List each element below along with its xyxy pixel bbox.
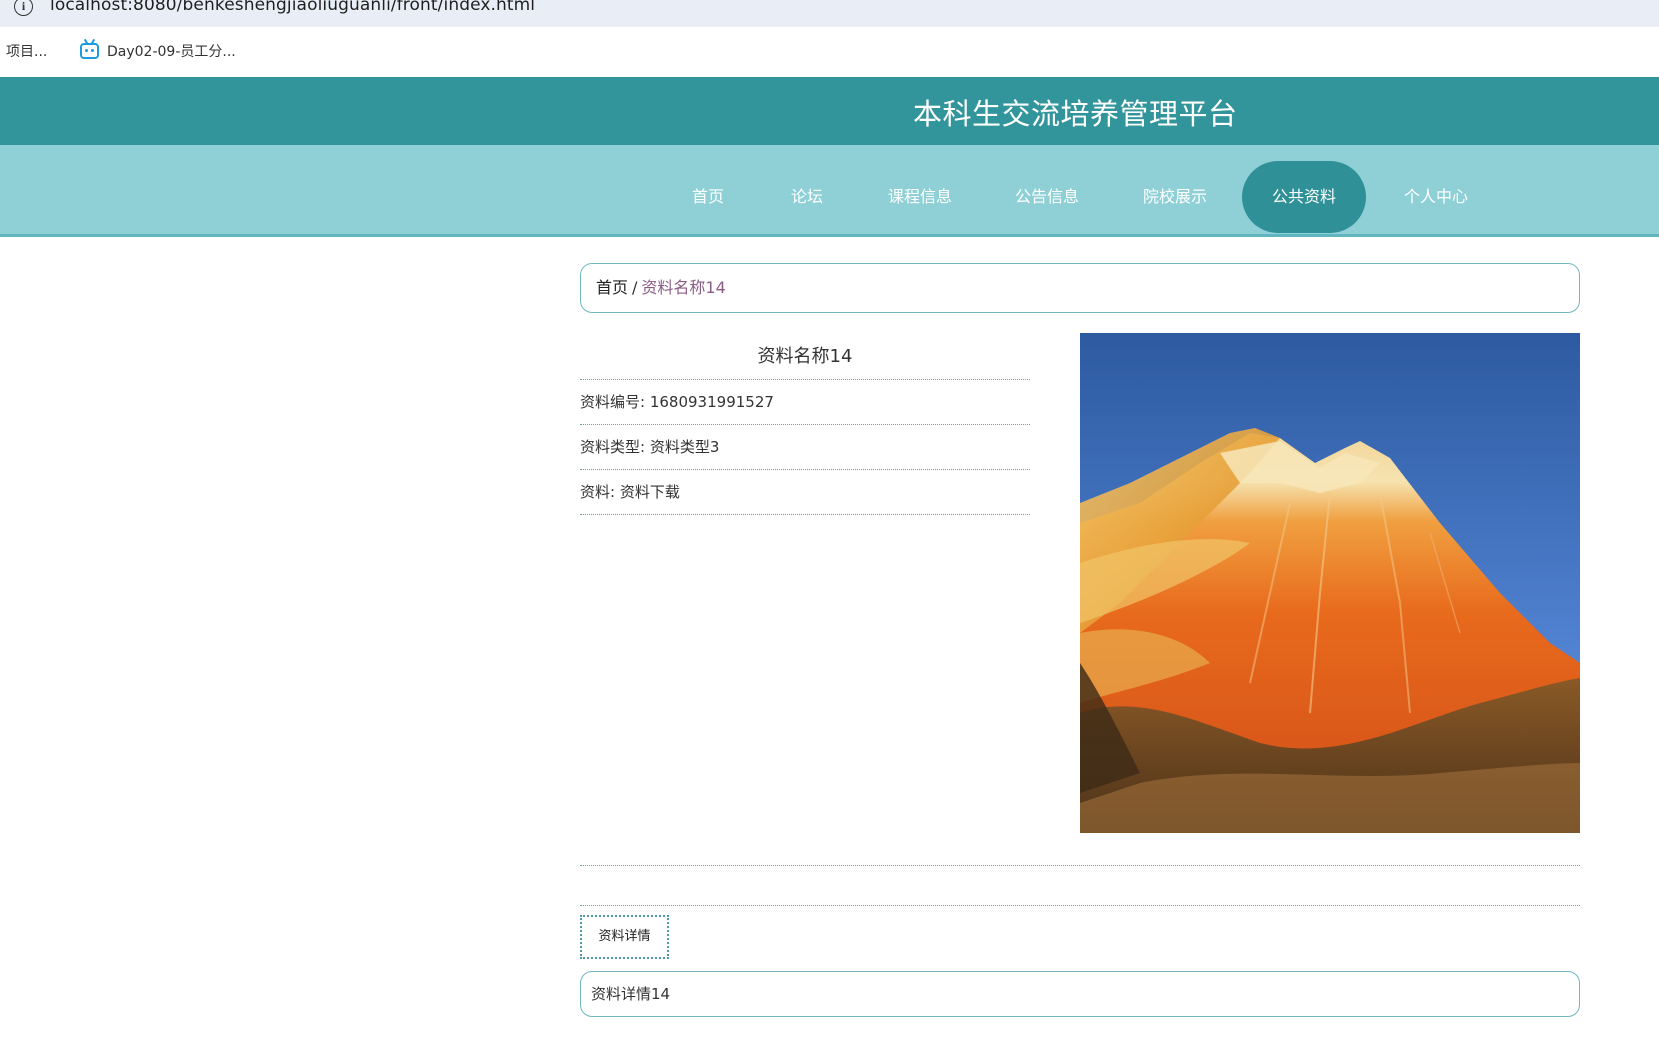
bilibili-icon: [80, 38, 99, 59]
material-type-row: 资料类型: 资料类型3: [580, 425, 1030, 470]
breadcrumb: 首页 / 资料名称14: [580, 263, 1580, 313]
bookmarks-bar: 项目... Day02-09-员工分...: [0, 27, 1659, 77]
material-type-value: 资料类型3: [649, 438, 720, 456]
nav-item-home[interactable]: 首页: [672, 161, 744, 233]
bookmark-item[interactable]: 项目...: [6, 41, 47, 61]
site-header: 本科生交流培养管理平台: [0, 77, 1659, 145]
site-info-icon[interactable]: i: [14, 0, 33, 16]
bookmark-label: Day02-09-员工分...: [107, 44, 236, 60]
material-id-label: 资料编号:: [580, 393, 646, 411]
breadcrumb-home[interactable]: 首页: [596, 278, 628, 297]
bookmark-item[interactable]: Day02-09-员工分...: [80, 38, 236, 61]
material-image: [1080, 333, 1580, 833]
material-detail-content: 资料详情14: [580, 971, 1580, 1017]
nav-item-forum[interactable]: 论坛: [771, 161, 843, 233]
nav-item-profile[interactable]: 个人中心: [1388, 161, 1484, 233]
material-id-value: 1680931991527: [649, 393, 774, 411]
bookmark-label: 项目...: [6, 44, 48, 60]
material-info-panel: 资料名称14 资料编号: 1680931991527 资料类型: 资料类型3 资…: [580, 333, 1030, 515]
material-file-label: 资料:: [580, 483, 616, 501]
breadcrumb-separator: /: [632, 278, 638, 297]
nav-item-notices[interactable]: 公告信息: [999, 161, 1095, 233]
tab-material-detail[interactable]: 资料详情: [580, 915, 669, 959]
browser-address-bar[interactable]: i localhost:8080/benkeshengjiaoliuguanli…: [0, 0, 1659, 27]
main-nav: 首页 论坛 课程信息 公告信息 院校展示 公共资料 个人中心: [0, 145, 1659, 237]
site-title: 本科生交流培养管理平台: [913, 97, 1238, 131]
material-download-link[interactable]: 资料下载: [620, 483, 680, 501]
material-title: 资料名称14: [580, 333, 1030, 380]
breadcrumb-current: 资料名称14: [641, 278, 726, 297]
material-id-row: 资料编号: 1680931991527: [580, 380, 1030, 425]
section-divider: [580, 905, 1580, 906]
nav-item-public-materials[interactable]: 公共资料: [1242, 161, 1366, 233]
material-file-row: 资料: 资料下载: [580, 470, 1030, 515]
nav-item-courses[interactable]: 课程信息: [872, 161, 968, 233]
url-text[interactable]: localhost:8080/benkeshengjiaoliuguanli/f…: [50, 0, 535, 15]
material-type-label: 资料类型:: [580, 438, 646, 456]
section-divider: [580, 865, 1580, 866]
nav-item-schools[interactable]: 院校展示: [1127, 161, 1223, 233]
